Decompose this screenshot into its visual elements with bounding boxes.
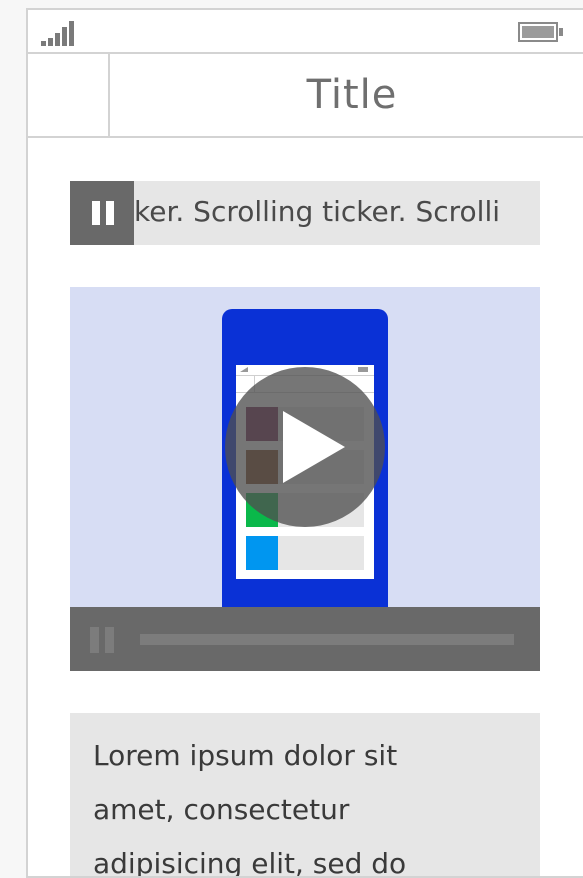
- signal-strength-icon: [41, 19, 101, 46]
- scrolling-ticker: ker. Scrolling ticker. Scrolli: [70, 181, 540, 245]
- video-controls-bar: [70, 607, 540, 671]
- body-text: Lorem ipsum dolor sit amet, consectetur …: [93, 739, 407, 878]
- title-bar: Title: [28, 54, 583, 138]
- thumbnail-swatch: [246, 536, 278, 570]
- phone-frame: Title ker. Scrolling ticker. Scrolli Lor…: [26, 8, 583, 878]
- video-pause-button[interactable]: [90, 627, 116, 653]
- ticker-text: ker. Scrolling ticker. Scrolli: [134, 195, 501, 228]
- ticker-pause-button[interactable]: [70, 181, 134, 245]
- video-player[interactable]: [70, 287, 540, 671]
- thumbnail-list-item: [246, 536, 364, 570]
- body-text-panel: Lorem ipsum dolor sit amet, consectetur …: [70, 713, 540, 878]
- battery-icon: [518, 22, 563, 42]
- page-title: Title: [306, 72, 398, 118]
- video-progress-track[interactable]: [140, 634, 514, 645]
- play-icon: [283, 411, 345, 483]
- ticker-text-viewport: ker. Scrolling ticker. Scrolli: [134, 181, 540, 245]
- pause-icon: [92, 201, 114, 225]
- play-button[interactable]: [225, 367, 385, 527]
- status-bar: [28, 10, 583, 54]
